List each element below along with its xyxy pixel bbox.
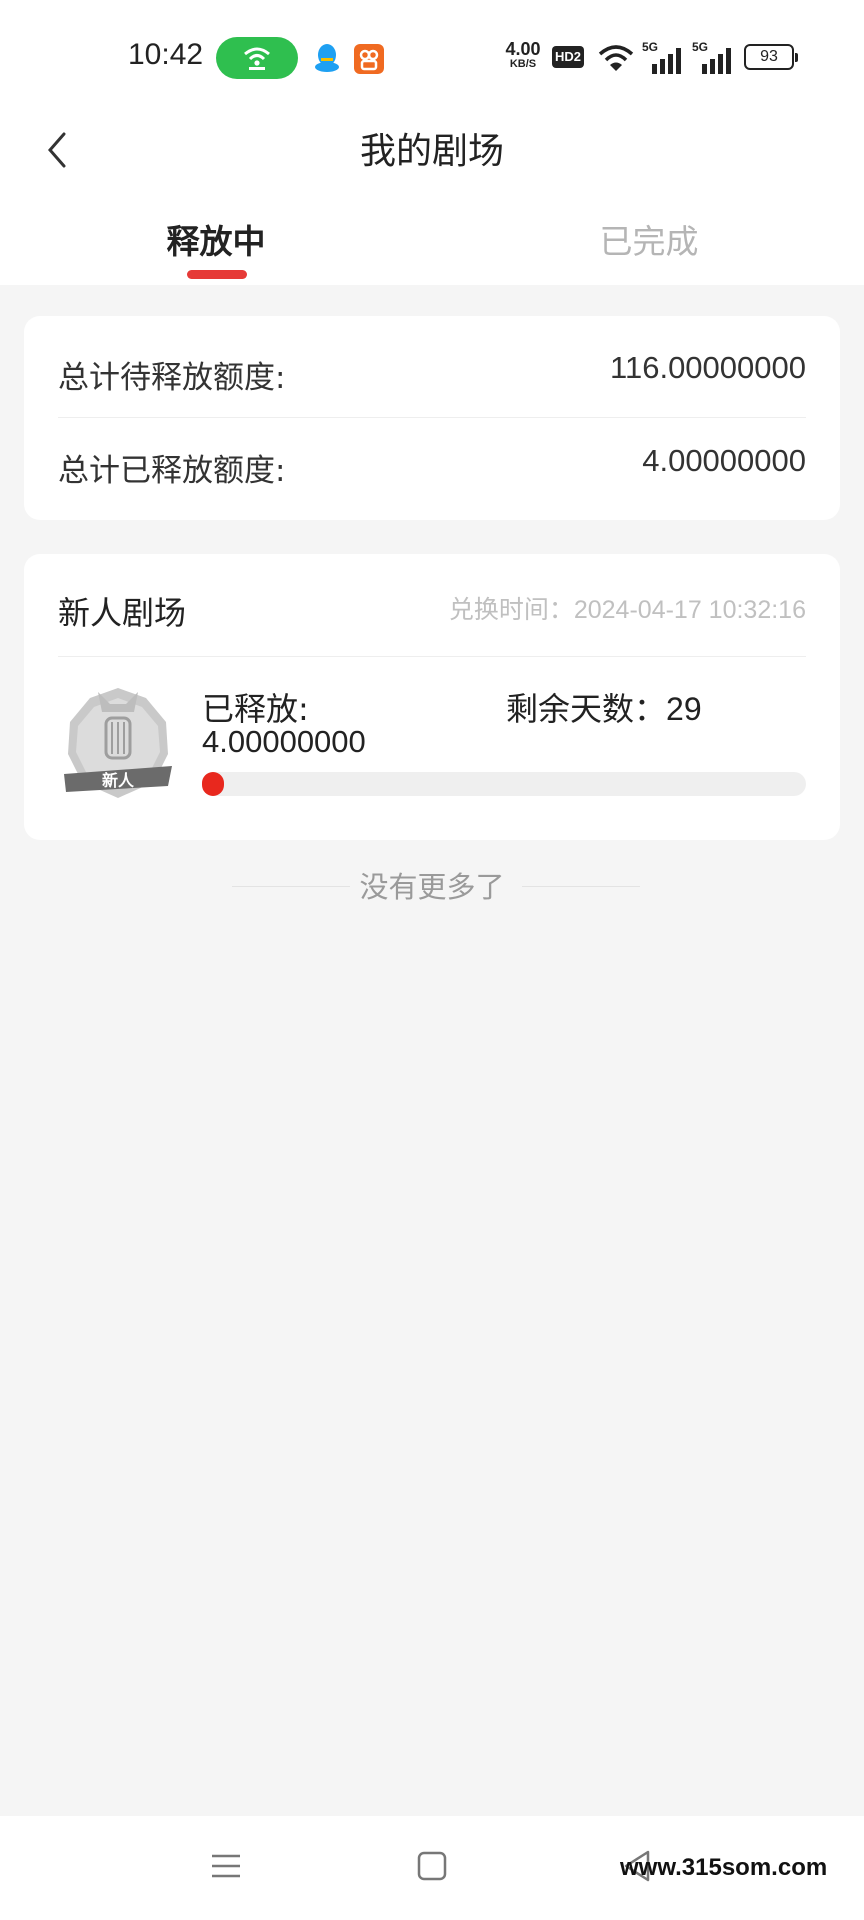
pending-label: 总计待释放额度:	[58, 360, 286, 396]
badge-label: 新人	[102, 771, 135, 790]
theater-card[interactable]: 新人剧场 兑换时间：2024-04-17 10:32:16 新人 已释放: 4.…	[24, 554, 840, 840]
signal-icon	[702, 48, 731, 74]
days-left-label: 剩余天数：	[506, 690, 667, 728]
release-progress-fill	[202, 772, 224, 796]
system-nav-bar: www.315som.com	[0, 1816, 864, 1920]
wifi-icon	[598, 45, 634, 71]
hotspot-indicator[interactable]	[216, 37, 298, 79]
signal-icon	[652, 48, 681, 74]
qq-icon	[315, 44, 339, 72]
network-speed-value: 4.00	[505, 39, 541, 59]
no-more-text: 没有更多了	[359, 870, 505, 904]
pending-row: 总计待释放额度: 116.00000000	[58, 342, 806, 402]
menu-button[interactable]	[206, 1846, 246, 1886]
clock: 10:42	[128, 38, 204, 71]
pending-value: 116.00000000	[610, 350, 806, 385]
theater-name: 新人剧场	[58, 594, 187, 632]
network-speed: 4.00 KB/S	[498, 40, 548, 70]
page-title: 我的剧场	[359, 131, 504, 172]
days-left: 剩余天数：29	[506, 684, 702, 730]
app-icon	[354, 44, 384, 74]
released-total-value: 4.00000000	[642, 443, 806, 478]
newcomer-badge-icon: 新人	[64, 688, 172, 798]
summary-card: 总计待释放额度: 116.00000000 总计已释放额度: 4.0000000…	[24, 316, 840, 520]
home-square-icon	[417, 1851, 447, 1881]
released-value: 4.00000000	[202, 724, 366, 759]
page-header: 我的剧场 释放中 已完成	[0, 110, 864, 285]
released-row: 总计已释放额度: 4.00000000	[58, 435, 806, 495]
divider	[58, 656, 806, 657]
hd-badge: HD2	[552, 46, 584, 68]
days-left-value: 29	[666, 691, 702, 727]
tab-completed[interactable]: 已完成	[549, 215, 749, 263]
tab-releasing[interactable]: 释放中	[116, 215, 316, 263]
exchange-time: 兑换时间：2024-04-17 10:32:16	[448, 596, 806, 624]
signal-sim2: 5G	[692, 40, 732, 74]
signal-sim1: 5G	[642, 40, 682, 74]
network-speed-unit: KB/S	[509, 58, 537, 70]
hotspot-icon	[244, 47, 270, 70]
watermark: www.315som.com	[620, 1854, 828, 1881]
release-progress-bar	[202, 772, 806, 796]
status-bar: 10:42 4.00 KB/S HD2 5G 5G 93	[0, 0, 864, 110]
home-button[interactable]	[412, 1846, 452, 1886]
battery-icon: 93	[744, 44, 798, 70]
tab-indicator	[187, 270, 247, 279]
divider	[58, 417, 806, 418]
menu-icon	[212, 1854, 240, 1878]
released-total-label: 总计已释放额度:	[58, 453, 286, 489]
divider-right	[522, 886, 640, 887]
